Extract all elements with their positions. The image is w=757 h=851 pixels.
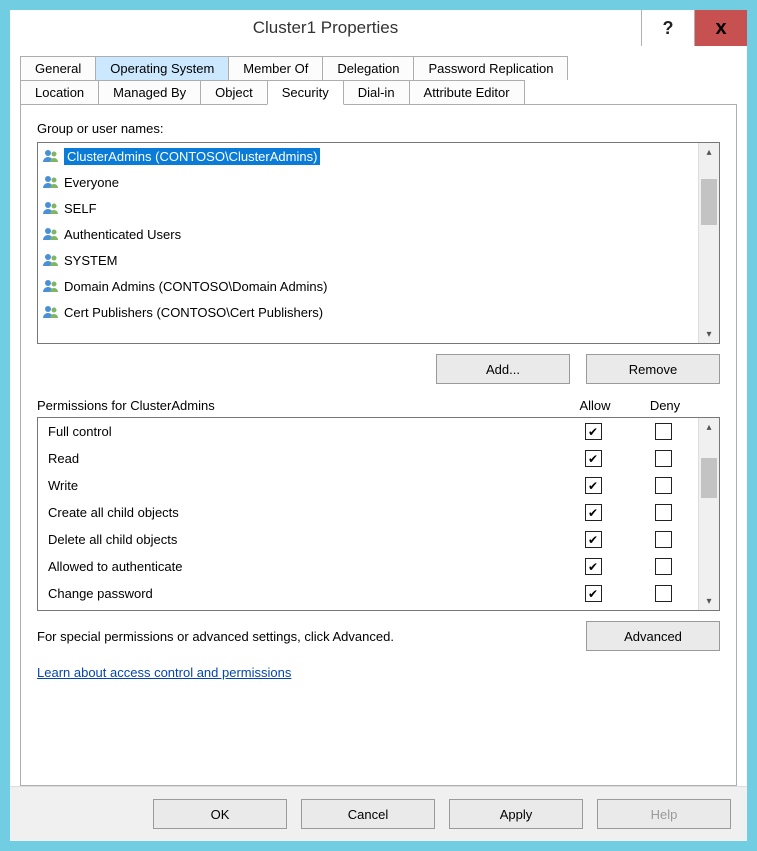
- deny-checkbox[interactable]: [655, 531, 672, 548]
- scroll-thumb[interactable]: [701, 179, 717, 225]
- permission-name: Full control: [48, 424, 558, 439]
- deny-checkbox[interactable]: [655, 504, 672, 521]
- apply-button[interactable]: Apply: [449, 799, 583, 829]
- tab-object[interactable]: Object: [200, 80, 268, 104]
- allow-column-header: Allow: [560, 398, 630, 413]
- permission-row: Change password: [38, 580, 698, 607]
- scroll-up-icon[interactable]: ▴: [699, 143, 719, 161]
- permission-row: Allowed to authenticate: [38, 553, 698, 580]
- help-button-bottom[interactable]: Help: [597, 799, 731, 829]
- principal-item[interactable]: Authenticated Users: [38, 221, 698, 247]
- principal-item[interactable]: Everyone: [38, 169, 698, 195]
- permission-name: Delete all child objects: [48, 532, 558, 547]
- advanced-hint: For special permissions or advanced sett…: [37, 629, 586, 644]
- tab-operating-system[interactable]: Operating System: [95, 56, 229, 80]
- permission-name: Write: [48, 478, 558, 493]
- scroll-track[interactable]: [699, 161, 719, 325]
- group-icon: [42, 173, 60, 191]
- principal-item[interactable]: Domain Admins (CONTOSO\Domain Admins): [38, 273, 698, 299]
- permission-name: Change password: [48, 586, 558, 601]
- group-icon: [42, 251, 60, 269]
- principal-item[interactable]: Cert Publishers (CONTOSO\Cert Publishers…: [38, 299, 698, 325]
- tab-location[interactable]: Location: [20, 80, 99, 104]
- group-list-label: Group or user names:: [37, 121, 720, 136]
- principal-label: SYSTEM: [64, 253, 117, 268]
- tab-managed-by[interactable]: Managed By: [98, 80, 201, 104]
- allow-checkbox[interactable]: [585, 504, 602, 521]
- tab-dial-in[interactable]: Dial-in: [343, 80, 410, 104]
- principals-listbox[interactable]: ClusterAdmins (CONTOSO\ClusterAdmins) Eve…: [37, 142, 720, 344]
- tab-member-of[interactable]: Member Of: [228, 56, 323, 80]
- principal-label: Everyone: [64, 175, 119, 190]
- tabs-row-1: GeneralOperating SystemMember OfDelegati…: [20, 56, 737, 80]
- deny-column-header: Deny: [630, 398, 700, 413]
- scroll-down-icon[interactable]: ▾: [699, 325, 719, 343]
- permission-name: Read: [48, 451, 558, 466]
- deny-checkbox[interactable]: [655, 450, 672, 467]
- permission-row: Delete all child objects: [38, 526, 698, 553]
- tab-delegation[interactable]: Delegation: [322, 56, 414, 80]
- deny-checkbox[interactable]: [655, 558, 672, 575]
- cancel-button[interactable]: Cancel: [301, 799, 435, 829]
- deny-checkbox[interactable]: [655, 423, 672, 440]
- group-icon: [42, 303, 60, 321]
- principal-item[interactable]: ClusterAdmins (CONTOSO\ClusterAdmins): [38, 143, 698, 169]
- principal-label: Domain Admins (CONTOSO\Domain Admins): [64, 279, 327, 294]
- tab-password-replication[interactable]: Password Replication: [413, 56, 568, 80]
- remove-button[interactable]: Remove: [586, 354, 720, 384]
- tabs-row-2: LocationManaged ByObjectSecurityDial-inA…: [20, 80, 737, 104]
- scroll-thumb[interactable]: [701, 458, 717, 498]
- tab-security-page: Group or user names: ClusterAdmins (CONT…: [20, 104, 737, 786]
- dialog-buttons: OK Cancel Apply Help: [10, 786, 747, 841]
- scroll-track[interactable]: [699, 436, 719, 592]
- tab-attribute-editor[interactable]: Attribute Editor: [409, 80, 525, 104]
- allow-checkbox[interactable]: [585, 531, 602, 548]
- help-button[interactable]: ?: [641, 10, 694, 46]
- allow-checkbox[interactable]: [585, 477, 602, 494]
- permission-name: Create all child objects: [48, 505, 558, 520]
- permissions-header: Permissions for ClusterAdmins: [37, 398, 560, 413]
- permission-row: Full control: [38, 418, 698, 445]
- scrollbar[interactable]: ▴ ▾: [698, 143, 719, 343]
- permission-name: Allowed to authenticate: [48, 559, 558, 574]
- principal-label: SELF: [64, 201, 97, 216]
- scrollbar[interactable]: ▴ ▾: [698, 418, 719, 610]
- principal-item[interactable]: SYSTEM: [38, 247, 698, 273]
- principal-label: ClusterAdmins (CONTOSO\ClusterAdmins): [64, 148, 320, 165]
- principal-item[interactable]: SELF: [38, 195, 698, 221]
- group-icon: [42, 147, 60, 165]
- learn-link[interactable]: Learn about access control and permissio…: [37, 665, 720, 680]
- scroll-down-icon[interactable]: ▾: [699, 592, 719, 610]
- title-bar: Cluster1 Properties ? x: [10, 10, 747, 46]
- principal-label: Cert Publishers (CONTOSO\Cert Publishers…: [64, 305, 323, 320]
- group-icon: [42, 199, 60, 217]
- window-title: Cluster1 Properties: [10, 10, 641, 46]
- allow-checkbox[interactable]: [585, 423, 602, 440]
- scroll-up-icon[interactable]: ▴: [699, 418, 719, 436]
- permission-row: Read: [38, 445, 698, 472]
- tab-general[interactable]: General: [20, 56, 96, 80]
- tab-security[interactable]: Security: [267, 80, 344, 105]
- deny-checkbox[interactable]: [655, 585, 672, 602]
- deny-checkbox[interactable]: [655, 477, 672, 494]
- allow-checkbox[interactable]: [585, 558, 602, 575]
- close-button[interactable]: x: [694, 10, 747, 46]
- principal-label: Authenticated Users: [64, 227, 181, 242]
- add-button[interactable]: Add...: [436, 354, 570, 384]
- allow-checkbox[interactable]: [585, 450, 602, 467]
- group-icon: [42, 277, 60, 295]
- ok-button[interactable]: OK: [153, 799, 287, 829]
- permissions-listbox[interactable]: Full control Read Write Create all child ob…: [37, 417, 720, 611]
- advanced-button[interactable]: Advanced: [586, 621, 720, 651]
- allow-checkbox[interactable]: [585, 585, 602, 602]
- permission-row: Write: [38, 472, 698, 499]
- group-icon: [42, 225, 60, 243]
- permission-row: Create all child objects: [38, 499, 698, 526]
